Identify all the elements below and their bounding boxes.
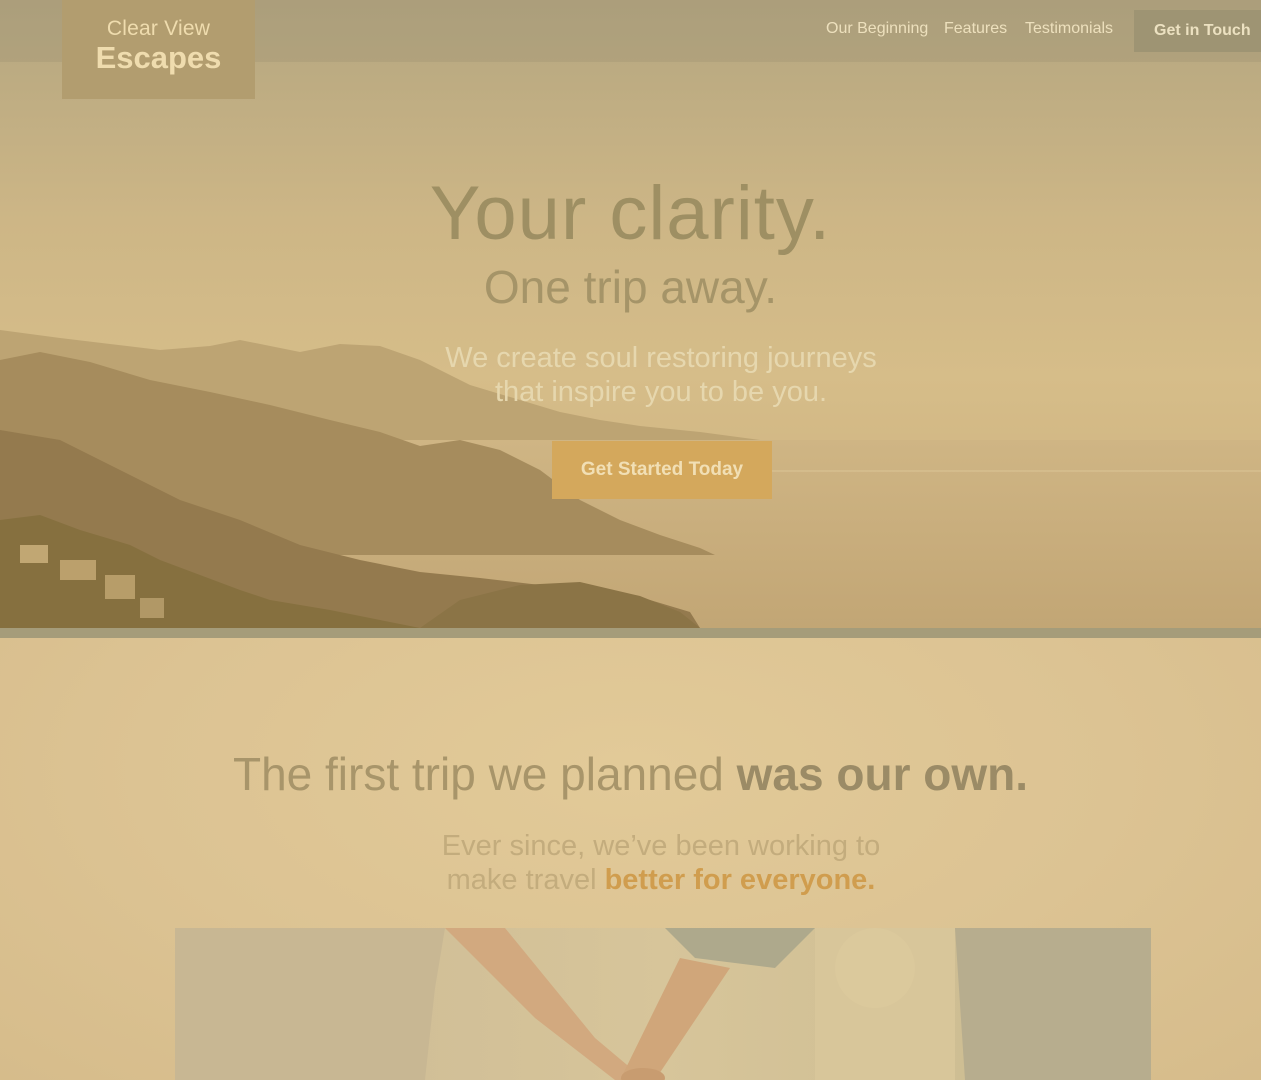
story-text-line2: make travel better for everyone.	[330, 863, 992, 897]
story-text-accent: better for everyone.	[604, 864, 876, 896]
hero-title: Your clarity.	[429, 171, 832, 256]
landing-page: Clear View Escapes Our Beginning Feature…	[0, 0, 1261, 1080]
get-started-button[interactable]: Get Started Today	[552, 441, 772, 499]
nav-link-features[interactable]: Features	[944, 20, 1007, 38]
hero-tagline: We create soul restoring journeys that i…	[330, 341, 992, 409]
brand-name-line1: Clear View	[106, 17, 211, 40]
our-beginning-section: The first trip we planned was our own. E…	[0, 638, 1261, 1080]
story-text: Ever since, we’ve been working to make t…	[330, 829, 992, 897]
story-heading: The first trip we planned was our own.	[0, 747, 1261, 801]
couple-photo	[175, 928, 1151, 1080]
story-text-plain: make travel	[446, 864, 605, 896]
story-text-line1: Ever since, we’ve been working to	[441, 830, 881, 862]
couple-holding-hands-image	[175, 928, 1151, 1080]
nav-link-testimonials[interactable]: Testimonials	[1025, 20, 1113, 38]
hero-section: Clear View Escapes Our Beginning Feature…	[0, 0, 1261, 628]
hero-tagline-line1: We create soul restoring journeys	[445, 342, 877, 374]
story-heading-bold: was our own.	[736, 748, 1029, 800]
brand-logo[interactable]: Clear View Escapes	[62, 0, 255, 99]
hero-subtitle: One trip away.	[483, 261, 778, 313]
story-heading-light: The first trip we planned	[232, 748, 737, 800]
hero-divider	[0, 628, 1261, 638]
hero-tagline-line2: that inspire you to be you.	[494, 376, 828, 408]
nav-link-our-beginning[interactable]: Our Beginning	[826, 20, 928, 38]
brand-name-line2: Escapes	[95, 40, 222, 75]
get-in-touch-button[interactable]: Get in Touch	[1134, 10, 1261, 52]
